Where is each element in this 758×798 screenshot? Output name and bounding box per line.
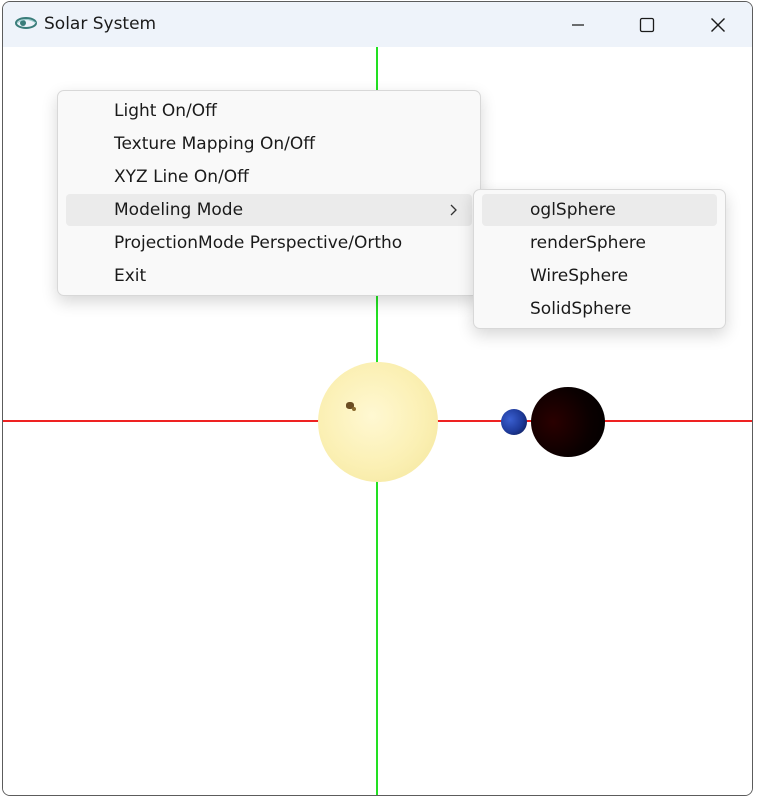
- menu-item-xyz-line[interactable]: XYZ Line On/Off: [66, 161, 472, 193]
- chevron-right-icon: [450, 204, 457, 216]
- submenu-item-label: SolidSphere: [530, 299, 632, 319]
- submenu-item-wiresphere[interactable]: WireSphere: [482, 260, 717, 292]
- window-title: Solar System: [44, 14, 157, 34]
- title-bar[interactable]: Solar System: [3, 2, 752, 48]
- close-icon: [711, 17, 725, 32]
- menu-item-label: Exit: [114, 266, 147, 286]
- maximize-icon: [639, 17, 655, 32]
- sunspot: [352, 407, 356, 411]
- menu-item-label: Texture Mapping On/Off: [114, 134, 315, 154]
- menu-item-label: ProjectionMode Perspective/Ortho: [114, 233, 403, 253]
- opengl-eye-icon: [15, 17, 37, 29]
- menu-item-texture[interactable]: Texture Mapping On/Off: [66, 128, 472, 160]
- sun-sphere: [318, 362, 438, 482]
- submenu-item-rendersphere[interactable]: renderSphere: [482, 227, 717, 259]
- menu-item-projection-mode[interactable]: ProjectionMode Perspective/Ortho: [66, 227, 472, 259]
- maximize-button[interactable]: [624, 2, 670, 47]
- submenu-item-label: oglSphere: [530, 200, 616, 220]
- moon-sphere: [501, 409, 527, 435]
- modeling-mode-submenu: oglSphere renderSphere WireSphere SolidS…: [473, 189, 726, 329]
- submenu-item-label: renderSphere: [530, 233, 646, 253]
- planet-sphere: [531, 387, 605, 457]
- submenu-item-solidsphere[interactable]: SolidSphere: [482, 293, 717, 325]
- close-button[interactable]: [695, 2, 741, 47]
- menu-item-label: XYZ Line On/Off: [114, 167, 249, 187]
- context-menu: Light On/Off Texture Mapping On/Off XYZ …: [57, 90, 481, 296]
- menu-item-label: Light On/Off: [114, 101, 217, 121]
- submenu-item-label: WireSphere: [530, 266, 629, 286]
- menu-item-modeling-mode[interactable]: Modeling Mode: [66, 194, 472, 226]
- minimize-icon: [572, 23, 584, 26]
- menu-item-light[interactable]: Light On/Off: [66, 95, 472, 127]
- submenu-item-oglsphere[interactable]: oglSphere: [482, 194, 717, 226]
- menu-item-label: Modeling Mode: [114, 200, 244, 220]
- minimize-button[interactable]: [555, 2, 601, 47]
- menu-item-exit[interactable]: Exit: [66, 260, 472, 292]
